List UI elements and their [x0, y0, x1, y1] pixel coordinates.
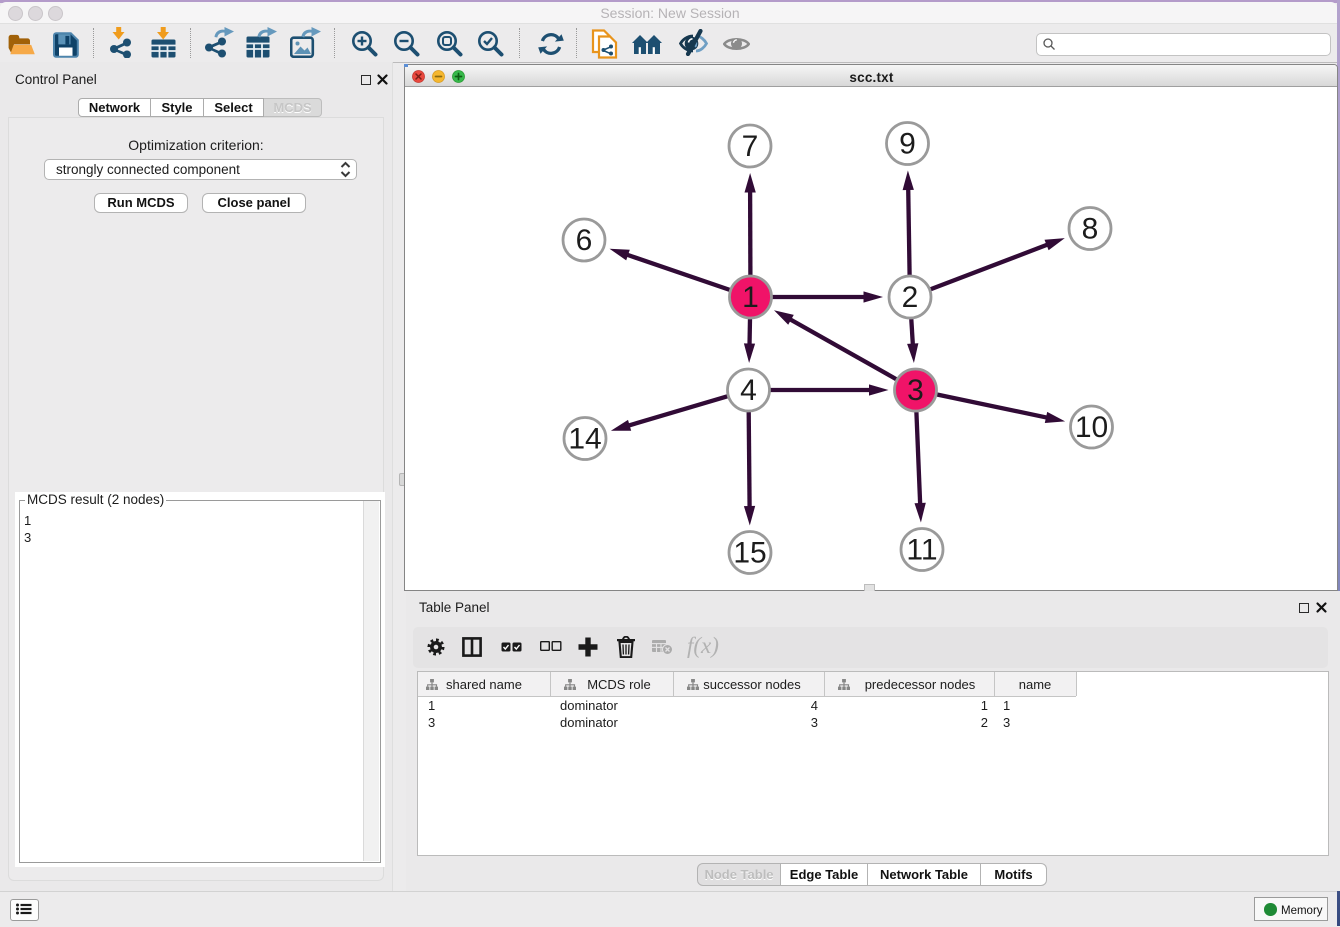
svg-text:6: 6: [576, 224, 593, 257]
svg-text:14: 14: [568, 423, 601, 456]
svg-text:2: 2: [902, 281, 919, 314]
svg-text:10: 10: [1075, 411, 1108, 444]
svg-text:predecessor nodes: predecessor nodes: [865, 677, 976, 692]
svg-text:11: 11: [906, 534, 937, 567]
svg-text:15: 15: [733, 537, 766, 570]
svg-text:3: 3: [907, 374, 924, 407]
svg-text:8: 8: [1082, 213, 1099, 246]
svg-text:7: 7: [742, 130, 759, 163]
svg-text:successor nodes: successor nodes: [703, 677, 801, 692]
svg-text:name: name: [1019, 677, 1052, 692]
svg-text:1: 1: [742, 281, 759, 314]
svg-text:9: 9: [899, 128, 916, 161]
svg-text:MCDS role: MCDS role: [587, 677, 651, 692]
svg-text:shared name: shared name: [446, 677, 522, 692]
svg-text:4: 4: [740, 374, 757, 407]
